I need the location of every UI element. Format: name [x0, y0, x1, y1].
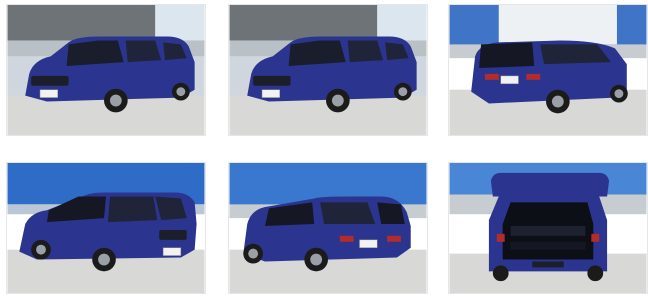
photo-rear-right[interactable] — [448, 4, 648, 136]
photo-rear-left[interactable] — [228, 162, 428, 294]
car-photo — [229, 5, 427, 135]
car-photo — [7, 163, 205, 293]
photo-tailgate-open[interactable] — [448, 162, 648, 294]
photo-front-left-1[interactable] — [6, 4, 206, 136]
car-photo — [229, 163, 427, 293]
car-photo — [449, 5, 647, 135]
car-photo — [449, 163, 647, 293]
photo-front-left-2[interactable] — [228, 4, 428, 136]
car-photo — [7, 5, 205, 135]
photo-front-right[interactable] — [6, 162, 206, 294]
